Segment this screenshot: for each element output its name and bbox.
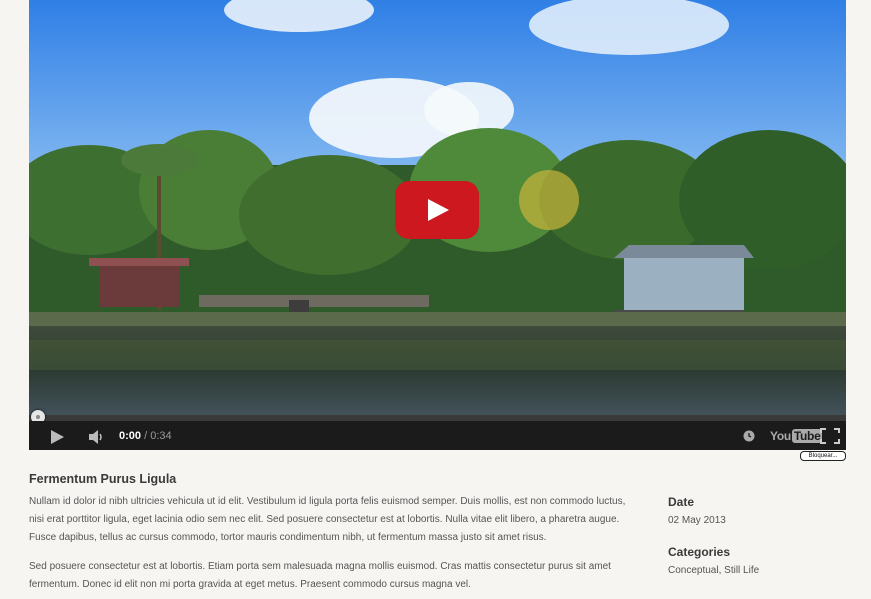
post-title: Fermentum Purus Ligula: [29, 472, 177, 486]
time-display: 0:00 / 0:34: [119, 430, 172, 442]
duration: 0:34: [150, 430, 172, 442]
play-icon: [428, 199, 449, 221]
post-paragraph: Sed posuere consectetur est at lobortis.…: [29, 561, 611, 590]
video-player[interactable]: 0:00 / 0:34 You Tube: [29, 0, 846, 450]
play-icon[interactable]: [51, 430, 64, 444]
play-overlay-button[interactable]: [395, 181, 479, 239]
time-separator: /: [141, 430, 151, 442]
watch-later-icon[interactable]: [743, 430, 755, 442]
youtube-logo[interactable]: You Tube: [770, 429, 823, 444]
current-time: 0:00: [119, 430, 142, 442]
categories-value[interactable]: Conceptual, Still Life: [668, 565, 759, 576]
date-value: 02 May 2013: [668, 515, 726, 526]
youtube-logo-you: You: [770, 429, 791, 443]
fullscreen-icon[interactable]: [820, 428, 840, 444]
categories-label: Categories: [668, 545, 731, 559]
control-bar: 0:00 / 0:34 You Tube: [29, 421, 846, 450]
post-paragraph: Nullam id dolor id nibh ultricies vehicu…: [29, 496, 626, 543]
block-popup-button[interactable]: Bloquear...: [800, 451, 846, 461]
youtube-logo-tube: Tube: [791, 429, 823, 443]
date-label: Date: [668, 495, 695, 509]
volume-icon[interactable]: [88, 429, 106, 445]
